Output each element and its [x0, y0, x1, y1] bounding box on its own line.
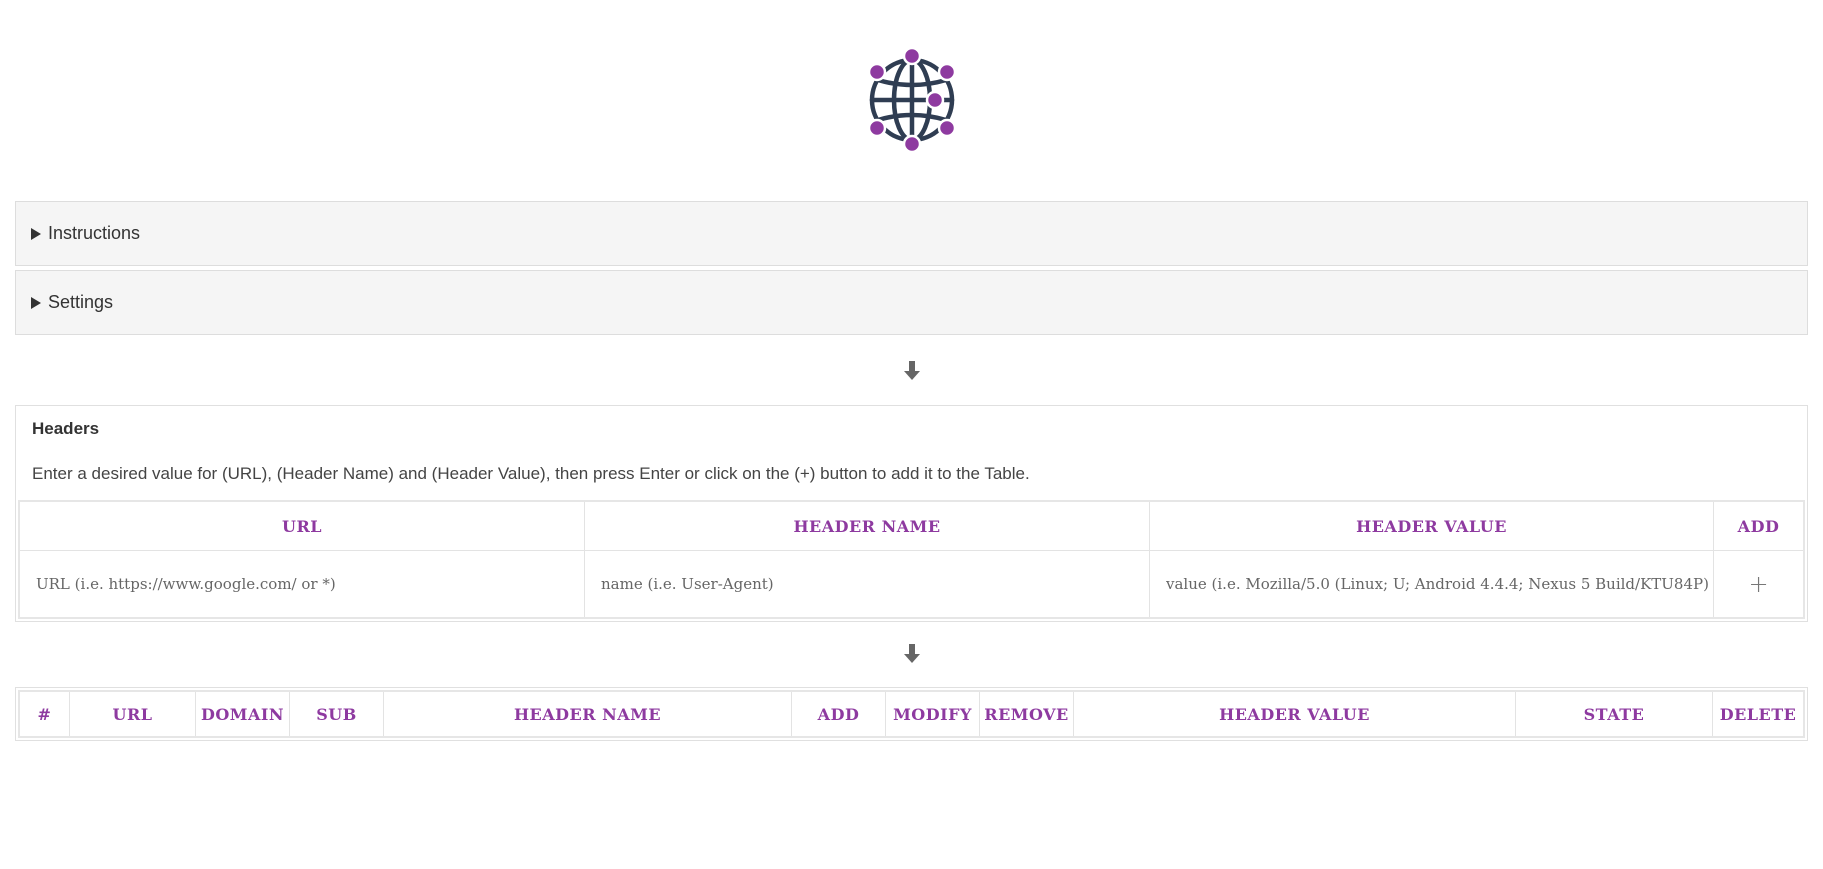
column-header-add: ADD [1714, 502, 1803, 551]
header-value-input[interactable] [1150, 551, 1713, 617]
header-value-input-cell [1150, 551, 1714, 617]
header-rules-table: # URL DOMAIN SUB HEADER NAME ADD MODIFY … [15, 687, 1808, 741]
headers-description: Enter a desired value for (URL), (Header… [32, 464, 1030, 483]
expand-triangle-icon [31, 227, 41, 240]
instructions-label: Instructions [48, 223, 141, 243]
arrow-down-icon [903, 361, 920, 380]
column-header-sub: SUB [290, 692, 384, 736]
column-header-domain: DOMAIN [196, 692, 290, 736]
column-header-header-value: HEADER VALUE [1150, 502, 1714, 551]
column-header-modify: MODIFY [886, 692, 980, 736]
header-name-input-cell [585, 551, 1150, 617]
column-header-index: # [20, 692, 70, 736]
column-header-url: URL [20, 502, 585, 551]
column-header-state: STATE [1516, 692, 1713, 736]
settings-label: Settings [48, 292, 114, 312]
flow-arrow [0, 360, 1823, 382]
column-header-header-value: HEADER VALUE [1074, 692, 1516, 736]
logo [0, 48, 1823, 156]
arrow-down-icon [903, 644, 920, 663]
headers-title: Headers [32, 419, 100, 438]
column-header-url: URL [70, 692, 196, 736]
headers-panel: Headers Enter a desired value for (URL),… [15, 405, 1808, 622]
column-header-header-name: HEADER NAME [384, 692, 792, 736]
page: Instructions Settings Headers Enter a de… [0, 0, 1823, 869]
add-header-button[interactable]: + [1714, 551, 1803, 617]
instructions-section[interactable]: Instructions [15, 201, 1808, 266]
url-input[interactable] [20, 551, 584, 617]
globe-network-icon [867, 48, 956, 152]
flow-arrow [0, 643, 1823, 665]
header-rules-header-row: # URL DOMAIN SUB HEADER NAME ADD MODIFY … [18, 690, 1805, 738]
url-input-cell [20, 551, 585, 617]
instructions-toggle[interactable]: Instructions [31, 202, 140, 265]
column-header-add: ADD [792, 692, 886, 736]
header-input-table: URL HEADER NAME HEADER VALUE ADD + [18, 500, 1805, 619]
column-header-header-name: HEADER NAME [585, 502, 1150, 551]
column-header-remove: REMOVE [980, 692, 1074, 736]
column-header-delete: DELETE [1719, 704, 1797, 724]
expand-triangle-icon [31, 296, 41, 309]
header-name-input[interactable] [585, 551, 1149, 617]
settings-toggle[interactable]: Settings [31, 271, 113, 334]
settings-section[interactable]: Settings [15, 270, 1808, 335]
